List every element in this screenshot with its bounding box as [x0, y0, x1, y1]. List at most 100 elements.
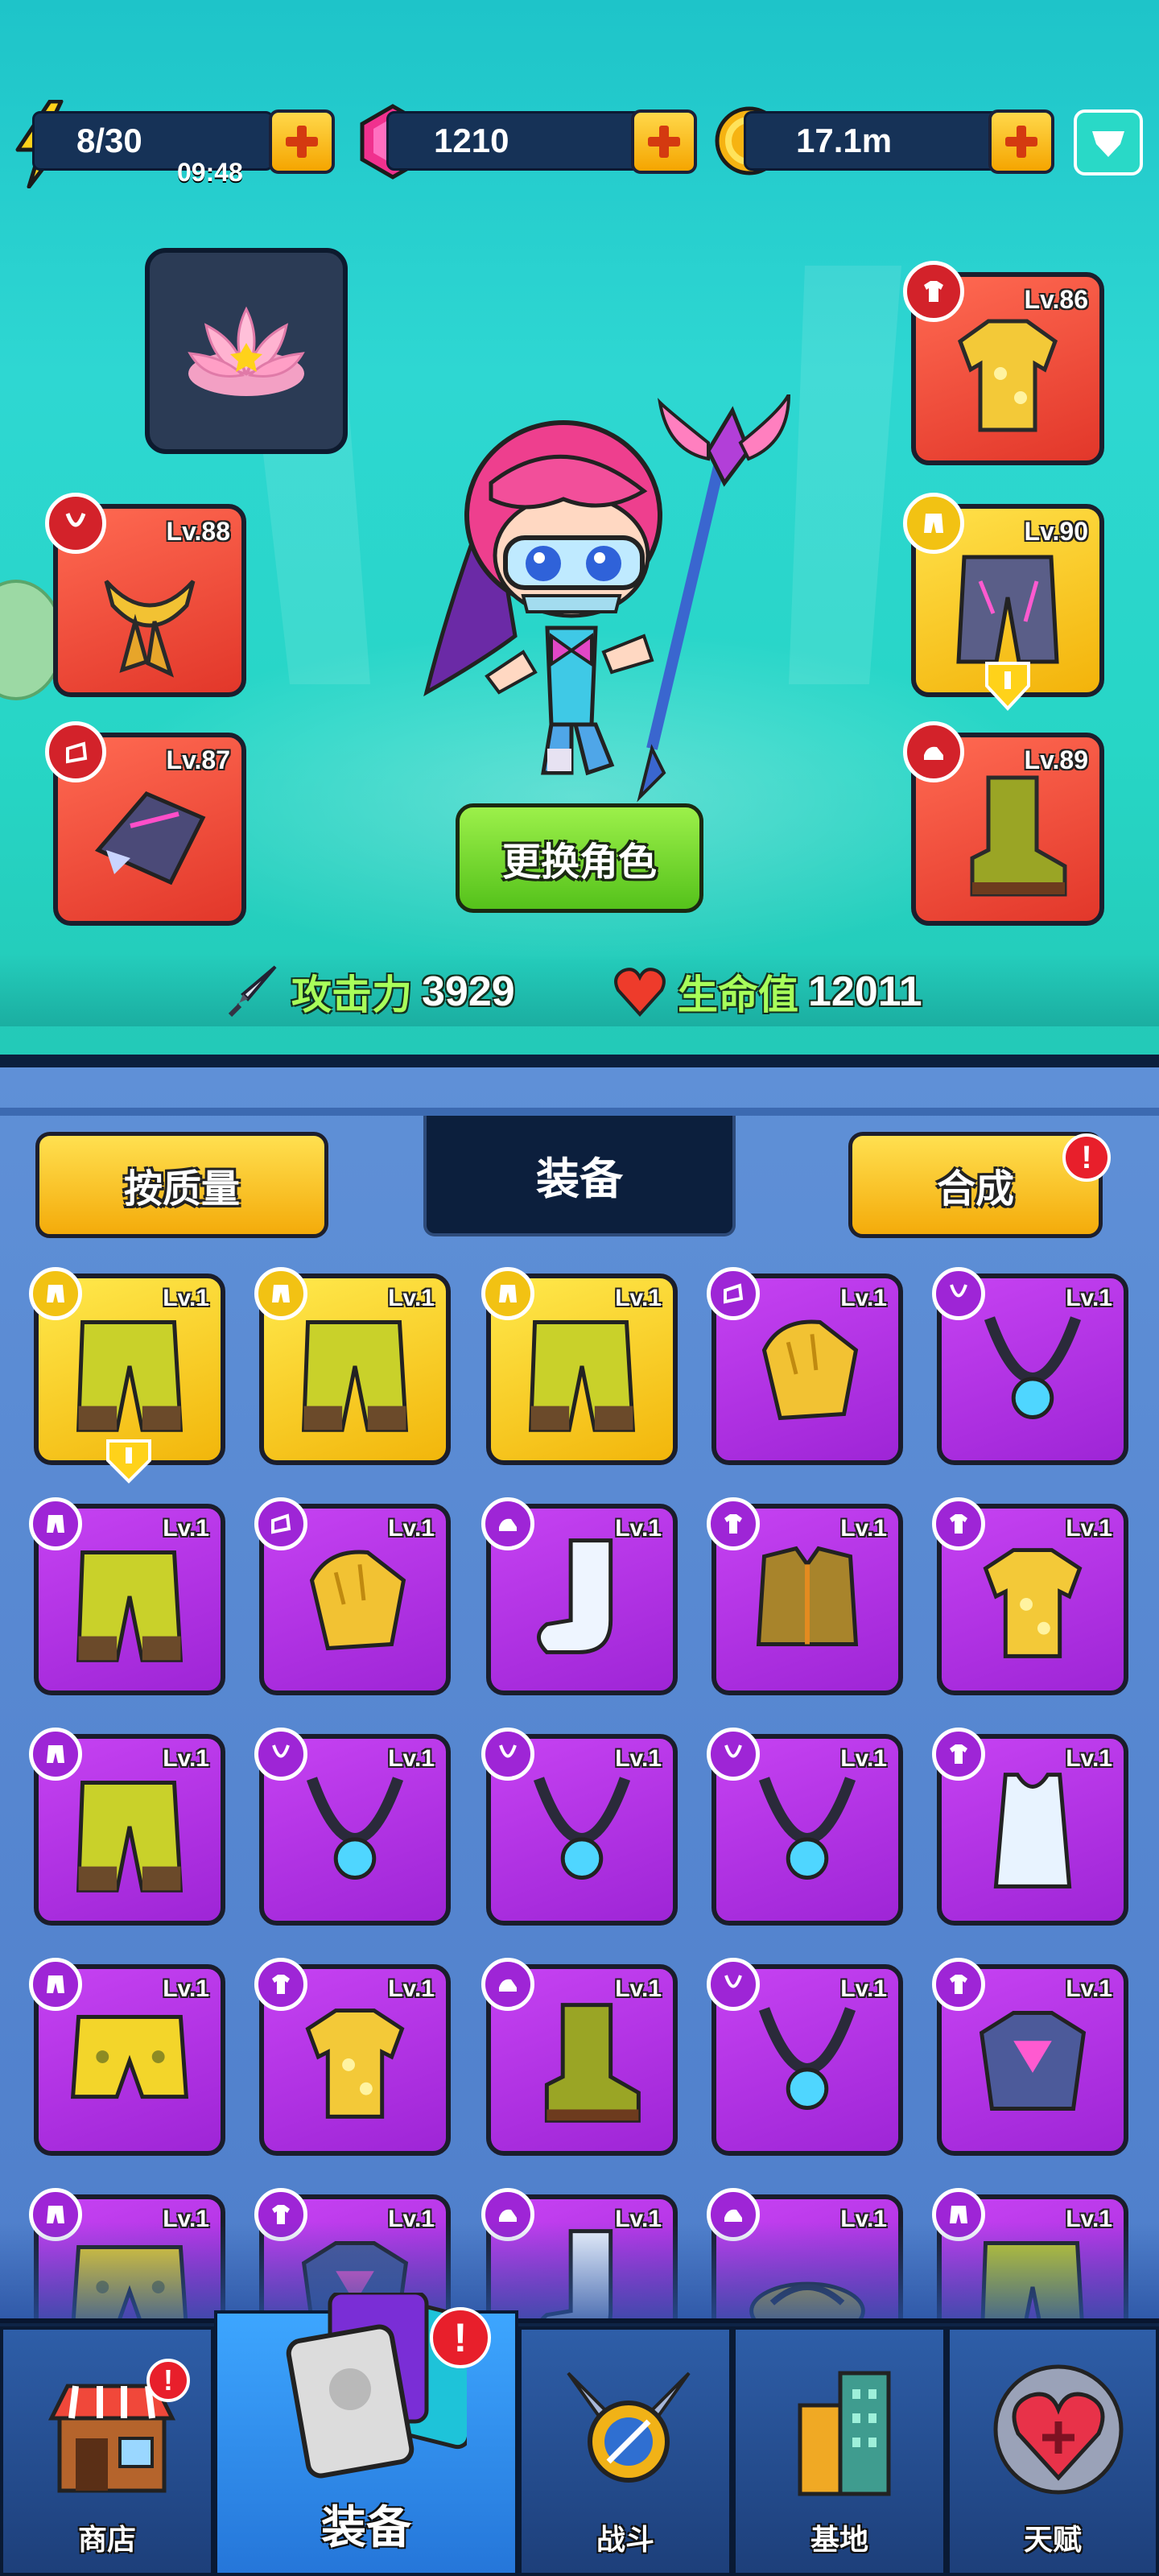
boots-category-icon: [903, 721, 964, 782]
inventory-item-shirt[interactable]: Lv.1: [932, 1728, 1128, 1926]
shirt-category-icon: [903, 261, 964, 322]
section-divider: [0, 1055, 1159, 1067]
level-label: Lv.1: [840, 1515, 887, 1542]
nav-shop[interactable]: ! 商店: [0, 2326, 214, 2576]
equipped-necklace-slot[interactable]: Lv.88: [45, 493, 246, 697]
shirt-category-icon: [932, 1728, 985, 1781]
grid-fade: [0, 2222, 1159, 2326]
nav-battle-label: 战斗: [596, 2524, 654, 2557]
equipped-gloves-slot[interactable]: Lv.87: [45, 721, 246, 926]
level-label: Lv.1: [615, 1515, 662, 1542]
level-label: Lv.90: [1024, 517, 1088, 546]
coin-counter: 17.1m: [744, 111, 1001, 171]
nav-talent[interactable]: 天赋: [947, 2326, 1159, 2576]
pet-slot[interactable]: [145, 248, 348, 454]
level-label: Lv.1: [163, 1515, 209, 1542]
nav-base-label: 基地: [810, 2524, 868, 2557]
inventory-item-necklace[interactable]: Lv.1: [932, 1267, 1128, 1465]
sort-label: 按质量: [123, 1166, 240, 1212]
sort-by-quality-button[interactable]: 按质量: [35, 1132, 328, 1238]
shirt-category-icon: [707, 1497, 760, 1550]
inventory-item-shirt[interactable]: Lv.1: [254, 1958, 451, 2156]
add-gems-button[interactable]: [631, 109, 697, 174]
level-label: Lv.1: [388, 1975, 435, 2002]
level-label: Lv.1: [840, 1975, 887, 2002]
necklace-category-icon: [481, 1728, 534, 1781]
shirt-category-icon: [932, 1497, 985, 1550]
gem-value: 1210: [434, 122, 509, 159]
inventory-item-necklace[interactable]: Lv.1: [254, 1728, 451, 1926]
gloves-category-icon: [707, 1267, 760, 1320]
inventory-item-pants[interactable]: Lv.1: [481, 1267, 678, 1465]
shirt-category-icon: [932, 1958, 985, 2011]
nav-base[interactable]: 基地: [732, 2326, 947, 2576]
coin-value: 17.1m: [796, 122, 893, 159]
equipped-boots-slot[interactable]: Lv.89: [903, 721, 1104, 926]
level-label: Lv.1: [1066, 1285, 1112, 1311]
level-label: Lv.1: [1066, 1975, 1112, 2002]
inventory-item-boots[interactable]: Lv.1: [481, 1497, 678, 1695]
attack-label: 攻击力: [291, 972, 412, 1018]
inventory-item-gloves[interactable]: Lv.1: [707, 1267, 903, 1465]
level-label: Lv.1: [388, 1285, 435, 1311]
level-label: Lv.1: [388, 1745, 435, 1772]
level-label: Lv.1: [163, 1285, 209, 1311]
attack-stat: 攻击力 3929: [225, 963, 515, 1021]
necklace-category-icon: [932, 1267, 985, 1320]
upgrade-arrow-icon: [105, 1436, 153, 1484]
inventory-item-gloves[interactable]: Lv.1: [254, 1497, 451, 1695]
battle-icon: [567, 2372, 691, 2483]
level-label: Lv.89: [1024, 745, 1088, 774]
heart-icon: [614, 968, 666, 1017]
nav-equipment-label: 装备: [321, 2502, 411, 2554]
level-label: Lv.88: [166, 517, 230, 546]
nav-equipment[interactable]: ! 装备: [214, 2293, 518, 2576]
pants-category-icon: [29, 1267, 82, 1320]
add-energy-button[interactable]: [269, 109, 335, 174]
inventory-item-necklace[interactable]: Lv.1: [481, 1728, 678, 1926]
hp-value: 12011: [808, 968, 922, 1015]
add-coins-button[interactable]: [988, 109, 1054, 174]
inventory-item-pants[interactable]: Lv.1: [29, 1958, 225, 2156]
inventory-title-tab: 装备: [423, 1116, 736, 1236]
level-label: Lv.1: [615, 1975, 662, 2002]
equipped-shirt-slot[interactable]: Lv.86: [903, 261, 1104, 465]
gem-counter: 1210: [386, 111, 644, 171]
level-label: Lv.86: [1024, 285, 1088, 314]
gloves-category-icon: [254, 1497, 307, 1550]
shop-alert-badge: !: [146, 2359, 190, 2402]
inventory-item-shirt[interactable]: Lv.1: [932, 1958, 1128, 2156]
inventory-item-shirt[interactable]: Lv.1: [707, 1497, 903, 1695]
pants-category-icon: [29, 1958, 82, 2011]
energy-timer: 09:48: [177, 158, 243, 187]
equipment-screen: 8/30 09:48 1210 17.1m Lv.88 Lv.87 Lv.86 …: [0, 0, 1159, 2576]
inventory-item-necklace[interactable]: Lv.1: [707, 1728, 903, 1926]
pants-category-icon: [903, 493, 964, 554]
merge-label: 合成: [936, 1166, 1014, 1212]
hp-stat: 生命值 12011: [612, 963, 922, 1021]
inventory-header-strip: [0, 1108, 1159, 1116]
nav-talent-label: 天赋: [1023, 2524, 1082, 2557]
talent-heart-icon: [993, 2364, 1124, 2495]
boots-category-icon: [481, 1497, 534, 1550]
necklace-category-icon: [45, 493, 106, 554]
lotus-icon: [188, 306, 305, 396]
inventory-item-pants[interactable]: Lv.1: [29, 1497, 225, 1695]
inventory-item-boots[interactable]: Lv.1: [481, 1958, 678, 2156]
nav-battle[interactable]: 战斗: [518, 2326, 732, 2576]
level-label: Lv.87: [166, 745, 230, 774]
level-label: Lv.1: [615, 1285, 662, 1311]
inventory-item-necklace[interactable]: Lv.1: [707, 1958, 903, 2156]
inventory-item-pants[interactable]: Lv.1: [29, 1728, 225, 1926]
change-character-button[interactable]: 更换角色: [456, 803, 703, 913]
inventory-title: 装备: [536, 1153, 623, 1204]
inventory-item-pants[interactable]: Lv.1: [254, 1267, 451, 1465]
inventory-item-shirt[interactable]: Lv.1: [932, 1497, 1128, 1695]
hp-label: 生命值: [678, 972, 798, 1018]
equipment-alert-badge: !: [430, 2307, 491, 2368]
level-label: Lv.1: [1066, 1515, 1112, 1542]
hero-character: [402, 394, 805, 813]
pants-category-icon: [29, 1728, 82, 1781]
shirt-category-icon: [254, 1958, 307, 2011]
shield-button[interactable]: [1074, 109, 1143, 175]
